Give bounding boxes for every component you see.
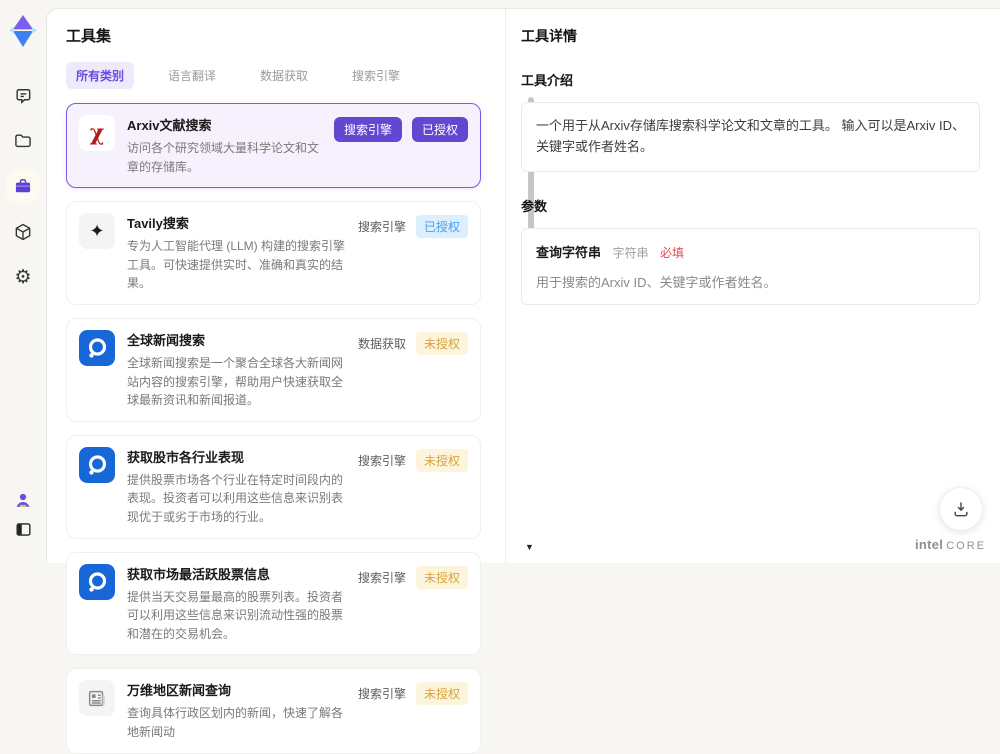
category-tabs: 所有类别 语言翻译 数据获取 搜索引擎 <box>66 62 481 89</box>
blue-search-logo-icon <box>79 564 115 600</box>
briefcase-icon[interactable] <box>10 173 36 199</box>
tool-desc: 访问各个研究领域大量科学论文和文章的存储库。 <box>127 139 324 176</box>
intro-text: 一个用于从Arxiv存储库搜索科学论文和文章的工具。 输入可以是Arxiv ID… <box>536 116 965 158</box>
tool-card-arxiv[interactable]: χ Arxiv文献搜索 访问各个研究领域大量科学论文和文章的存储库。 搜索引擎 … <box>66 103 481 188</box>
main-panel: 工具集 所有类别 语言翻译 数据获取 搜索引擎 χ Arxiv文献搜索 访问各个… <box>46 8 1000 563</box>
auth-badge: 未授权 <box>416 682 468 705</box>
page-title: 工具集 <box>66 25 481 46</box>
app-logo-icon[interactable] <box>8 14 38 48</box>
tab-all-categories[interactable]: 所有类别 <box>66 62 134 89</box>
blue-search-logo-icon <box>79 330 115 366</box>
tool-list-panel: 工具集 所有类别 语言翻译 数据获取 搜索引擎 χ Arxiv文献搜索 访问各个… <box>47 9 505 563</box>
folder-icon[interactable] <box>10 128 36 154</box>
param-header: 查询字符串 字符串 必填 <box>536 242 965 262</box>
param-required-flag: 必填 <box>660 246 684 260</box>
tool-desc: 提供股票市场各个行业在特定时间段内的表现。投资者可以利用这些信息来识别表现优于或… <box>127 471 348 527</box>
tool-card-sector-performance[interactable]: 获取股市各行业表现 提供股票市场各个行业在特定时间段内的表现。投资者可以利用这些… <box>66 435 481 539</box>
category-label: 搜索引擎 <box>358 569 406 586</box>
download-icon <box>951 499 971 519</box>
tool-detail-panel: 工具详情 工具介绍 一个用于从Arxiv存储库搜索科学论文和文章的工具。 输入可… <box>506 9 1000 563</box>
tool-desc: 查询具体行政区划内的新闻，快速了解各地新闻动 <box>127 704 348 741</box>
core-wordmark: CORE <box>946 540 986 552</box>
tool-card-regional-news[interactable]: 万维地区新闻查询 查询具体行政区划内的新闻，快速了解各地新闻动 搜索引擎 未授权 <box>66 668 481 753</box>
chat-icon[interactable] <box>10 83 36 109</box>
user-icon[interactable] <box>10 487 36 513</box>
auth-button[interactable]: 已授权 <box>412 117 468 142</box>
tool-desc: 全球新闻搜索是一个聚合全球各大新闻网站内容的搜索引擎，帮助用户快速获取全球最新资… <box>127 354 348 410</box>
tavily-star-icon: ✦ <box>79 213 115 249</box>
tool-name: Arxiv文献搜索 <box>127 115 324 134</box>
auth-badge: 已授权 <box>416 215 468 238</box>
tool-card-global-news[interactable]: 全球新闻搜索 全球新闻搜索是一个聚合全球各大新闻网站内容的搜索引擎，帮助用户快速… <box>66 318 481 422</box>
tool-name: 万维地区新闻查询 <box>127 680 348 699</box>
tool-name: 全球新闻搜索 <box>127 330 348 349</box>
gear-icon[interactable]: ⚙ <box>10 264 36 290</box>
left-rail: ⚙ <box>0 0 46 563</box>
intro-box: 一个用于从Arxiv存储库搜索科学论文和文章的工具。 输入可以是Arxiv ID… <box>521 102 980 172</box>
panel-toggle-icon[interactable] <box>10 516 36 542</box>
param-name: 查询字符串 <box>536 245 601 260</box>
intro-section-title: 工具介绍 <box>521 70 980 89</box>
tab-data-fetch[interactable]: 数据获取 <box>250 62 318 89</box>
params-section-title: 参数 <box>521 196 980 215</box>
tool-desc: 提供当天交易量最高的股票列表。投资者可以利用这些信息来识别流动性强的股票和潜在的… <box>127 588 348 644</box>
arxiv-glyph: χ <box>90 120 104 146</box>
tool-name: 获取股市各行业表现 <box>127 447 348 466</box>
auth-badge: 未授权 <box>416 332 468 355</box>
tool-desc: 专为人工智能代理 (LLM) 构建的搜索引擎工具。可快速提供实时、准确和真实的结… <box>127 237 348 293</box>
intel-wordmark: intel <box>915 537 943 552</box>
download-button[interactable] <box>939 487 983 531</box>
star-glyph: ✦ <box>89 221 104 242</box>
category-label: 搜索引擎 <box>358 452 406 469</box>
intel-core-logo: intelCORE <box>915 536 986 554</box>
category-label: 搜索引擎 <box>358 218 406 235</box>
category-label: 搜索引擎 <box>358 685 406 702</box>
gear-glyph: ⚙ <box>14 268 31 287</box>
tab-search-engine[interactable]: 搜索引擎 <box>342 62 410 89</box>
arxiv-logo-icon: χ <box>79 115 115 151</box>
auth-badge: 未授权 <box>416 566 468 589</box>
blue-search-logo-icon <box>79 447 115 483</box>
param-type: 字符串 <box>612 246 648 260</box>
tab-language-translation[interactable]: 语言翻译 <box>158 62 226 89</box>
tool-card-most-active-stocks[interactable]: 获取市场最活跃股票信息 提供当天交易量最高的股票列表。投资者可以利用这些信息来识… <box>66 552 481 656</box>
detail-title: 工具详情 <box>521 26 980 46</box>
newspaper-logo-icon <box>79 680 115 716</box>
cube-icon[interactable] <box>10 219 36 245</box>
auth-badge: 未授权 <box>416 449 468 472</box>
param-desc: 用于搜索的Arxiv ID、关键字或作者姓名。 <box>536 272 965 291</box>
tool-name: Tavily搜索 <box>127 213 348 232</box>
tool-card-tavily[interactable]: ✦ Tavily搜索 专为人工智能代理 (LLM) 构建的搜索引擎工具。可快速提… <box>66 201 481 305</box>
param-box: 查询字符串 字符串 必填 用于搜索的Arxiv ID、关键字或作者姓名。 <box>521 228 980 305</box>
category-label: 数据获取 <box>358 335 406 352</box>
category-button[interactable]: 搜索引擎 <box>334 117 402 142</box>
tool-name: 获取市场最活跃股票信息 <box>127 564 348 583</box>
